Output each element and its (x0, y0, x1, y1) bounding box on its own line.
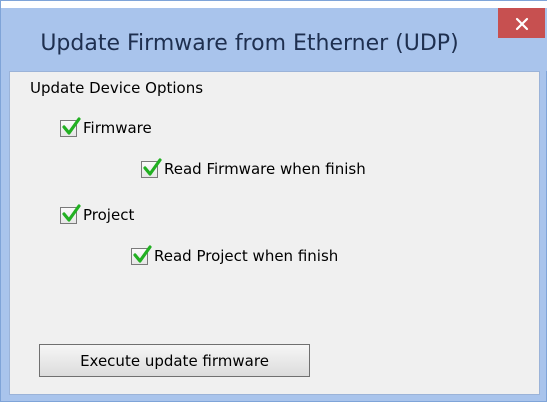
window-top-edge (1, 1, 547, 8)
checkmark-icon (62, 203, 81, 222)
read-project-checkbox[interactable] (131, 244, 152, 265)
read-project-label: Read Project when finish (154, 247, 339, 265)
execute-update-firmware-button[interactable]: Execute update firmware (39, 344, 310, 377)
close-icon (515, 16, 529, 31)
checkmark-icon (133, 244, 152, 263)
checkmark-icon (143, 157, 162, 176)
read-project-checkbox-row[interactable]: Read Project when finish (131, 244, 339, 265)
window-title: Update Firmware from Etherner (UDP) (40, 31, 459, 56)
group-label-update-options: Update Device Options (30, 79, 204, 97)
project-label: Project (83, 206, 135, 224)
firmware-checkbox[interactable] (60, 116, 81, 137)
close-button[interactable] (498, 8, 545, 38)
project-checkbox[interactable] (60, 203, 81, 224)
read-firmware-checkbox-row[interactable]: Read Firmware when finish (141, 157, 366, 178)
read-firmware-checkbox[interactable] (141, 157, 162, 178)
title-bar[interactable]: Update Firmware from Etherner (UDP) (1, 8, 547, 71)
checkmark-icon (62, 116, 81, 135)
dialog-window: Update Firmware from Etherner (UDP) Upda… (0, 0, 547, 402)
firmware-checkbox-row[interactable]: Firmware (60, 116, 152, 137)
read-firmware-label: Read Firmware when finish (164, 160, 366, 178)
project-checkbox-row[interactable]: Project (60, 203, 135, 224)
firmware-label: Firmware (83, 119, 152, 137)
